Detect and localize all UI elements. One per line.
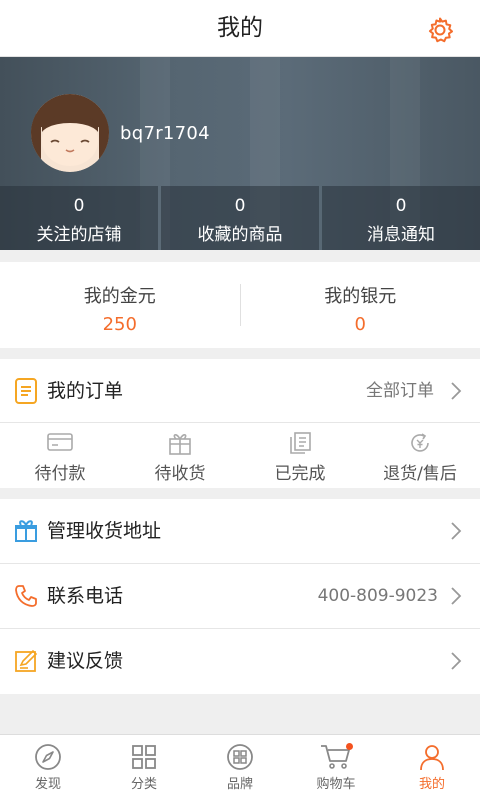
avatar[interactable] bbox=[31, 94, 109, 172]
gold-value: 250 bbox=[102, 314, 137, 335]
silver-label: 我的银元 bbox=[324, 286, 397, 307]
brand-icon bbox=[192, 743, 288, 771]
stats-bar: 0 关注的店铺 0 收藏的商品 0 消息通知 bbox=[0, 186, 480, 250]
stat-messages[interactable]: 0 消息通知 bbox=[322, 186, 480, 250]
tab-discover[interactable]: 发现 bbox=[0, 735, 96, 800]
tab-label: 发现 bbox=[34, 777, 61, 792]
gold-coins[interactable]: 我的金元 250 bbox=[0, 262, 240, 348]
profile-header: bq7r1704 0 关注的店铺 0 收藏的商品 0 消息通知 bbox=[0, 57, 480, 250]
cart-badge-dot bbox=[346, 743, 353, 750]
chevron-right-icon bbox=[450, 651, 462, 675]
tab-label: 品牌 bbox=[226, 777, 253, 792]
avatar-girl-icon bbox=[31, 94, 109, 172]
gear-icon[interactable] bbox=[426, 16, 454, 44]
grid-icon bbox=[96, 743, 192, 771]
order-tab-pending-receipt[interactable]: 待收货 bbox=[120, 423, 240, 487]
phone-icon bbox=[14, 584, 38, 612]
compass-icon bbox=[0, 743, 96, 771]
cart-icon bbox=[288, 743, 384, 771]
stat-value: 0 bbox=[73, 196, 85, 216]
order-tab-label: 已完成 bbox=[274, 464, 326, 484]
gift-icon bbox=[14, 519, 38, 547]
silver-value: 0 bbox=[354, 314, 366, 335]
card-icon bbox=[0, 431, 120, 455]
order-status-tabs: 待付款 待收货 已完成 退货/售后 bbox=[0, 423, 480, 487]
manage-address-row[interactable]: 管理收货地址 bbox=[0, 499, 480, 564]
orders-title: 我的订单 bbox=[47, 380, 124, 402]
menu-label: 建议反馈 bbox=[47, 650, 124, 672]
username: bq7r1704 bbox=[120, 123, 210, 144]
order-tab-refund[interactable]: 退货/售后 bbox=[360, 423, 480, 487]
top-bar: 我的 bbox=[0, 0, 480, 57]
stat-label: 消息通知 bbox=[367, 225, 435, 245]
person-icon bbox=[384, 743, 480, 771]
contact-phone-row[interactable]: 联系电话 400-809-9023 bbox=[0, 564, 480, 629]
my-orders-row[interactable]: 我的订单 全部订单 bbox=[0, 359, 480, 423]
documents-icon bbox=[240, 431, 360, 455]
tab-cart[interactable]: 购物车 bbox=[288, 735, 384, 800]
tab-label: 购物车 bbox=[316, 777, 356, 792]
order-tab-pending-payment[interactable]: 待付款 bbox=[0, 423, 120, 487]
wallet-panel: 我的金元 250 我的银元 0 bbox=[0, 262, 480, 348]
phone-number: 400-809-9023 bbox=[317, 586, 438, 606]
refund-icon bbox=[360, 431, 480, 455]
feedback-icon bbox=[14, 649, 38, 677]
stat-label: 关注的店铺 bbox=[36, 225, 122, 245]
all-orders-link[interactable]: 全部订单 bbox=[366, 359, 434, 423]
gift-box-icon bbox=[120, 431, 240, 455]
tab-label: 我的 bbox=[418, 777, 445, 792]
order-tab-label: 待付款 bbox=[34, 464, 86, 484]
order-tab-label: 待收货 bbox=[154, 464, 206, 484]
menu-label: 联系电话 bbox=[47, 585, 124, 607]
stat-favorite-products[interactable]: 0 收藏的商品 bbox=[161, 186, 319, 250]
tab-label: 分类 bbox=[130, 777, 157, 792]
tab-mine[interactable]: 我的 bbox=[384, 735, 480, 800]
order-tab-completed[interactable]: 已完成 bbox=[240, 423, 360, 487]
stat-value: 0 bbox=[395, 196, 407, 216]
tab-categories[interactable]: 分类 bbox=[96, 735, 192, 800]
feedback-row[interactable]: 建议反馈 bbox=[0, 629, 480, 694]
order-list-icon bbox=[14, 378, 38, 408]
settings-menu: 管理收货地址 联系电话 400-809-9023 建议反馈 bbox=[0, 499, 480, 694]
gold-label: 我的金元 bbox=[83, 286, 156, 307]
silver-coins[interactable]: 我的银元 0 bbox=[241, 262, 480, 348]
bottom-tab-bar: 发现 分类 品牌 购物车 我的 bbox=[0, 734, 480, 800]
chevron-right-icon bbox=[450, 586, 462, 610]
chevron-right-icon bbox=[450, 521, 462, 545]
orders-panel: 我的订单 全部订单 待付款 待收货 已完成 退货/售后 bbox=[0, 359, 480, 488]
stat-followed-shops[interactable]: 0 关注的店铺 bbox=[0, 186, 158, 250]
tab-brands[interactable]: 品牌 bbox=[192, 735, 288, 800]
menu-label: 管理收货地址 bbox=[47, 520, 162, 542]
order-tab-label: 退货/售后 bbox=[383, 464, 457, 484]
chevron-right-icon bbox=[450, 381, 462, 405]
page-title: 我的 bbox=[217, 15, 263, 41]
stat-label: 收藏的商品 bbox=[197, 225, 283, 245]
stat-value: 0 bbox=[234, 196, 246, 216]
